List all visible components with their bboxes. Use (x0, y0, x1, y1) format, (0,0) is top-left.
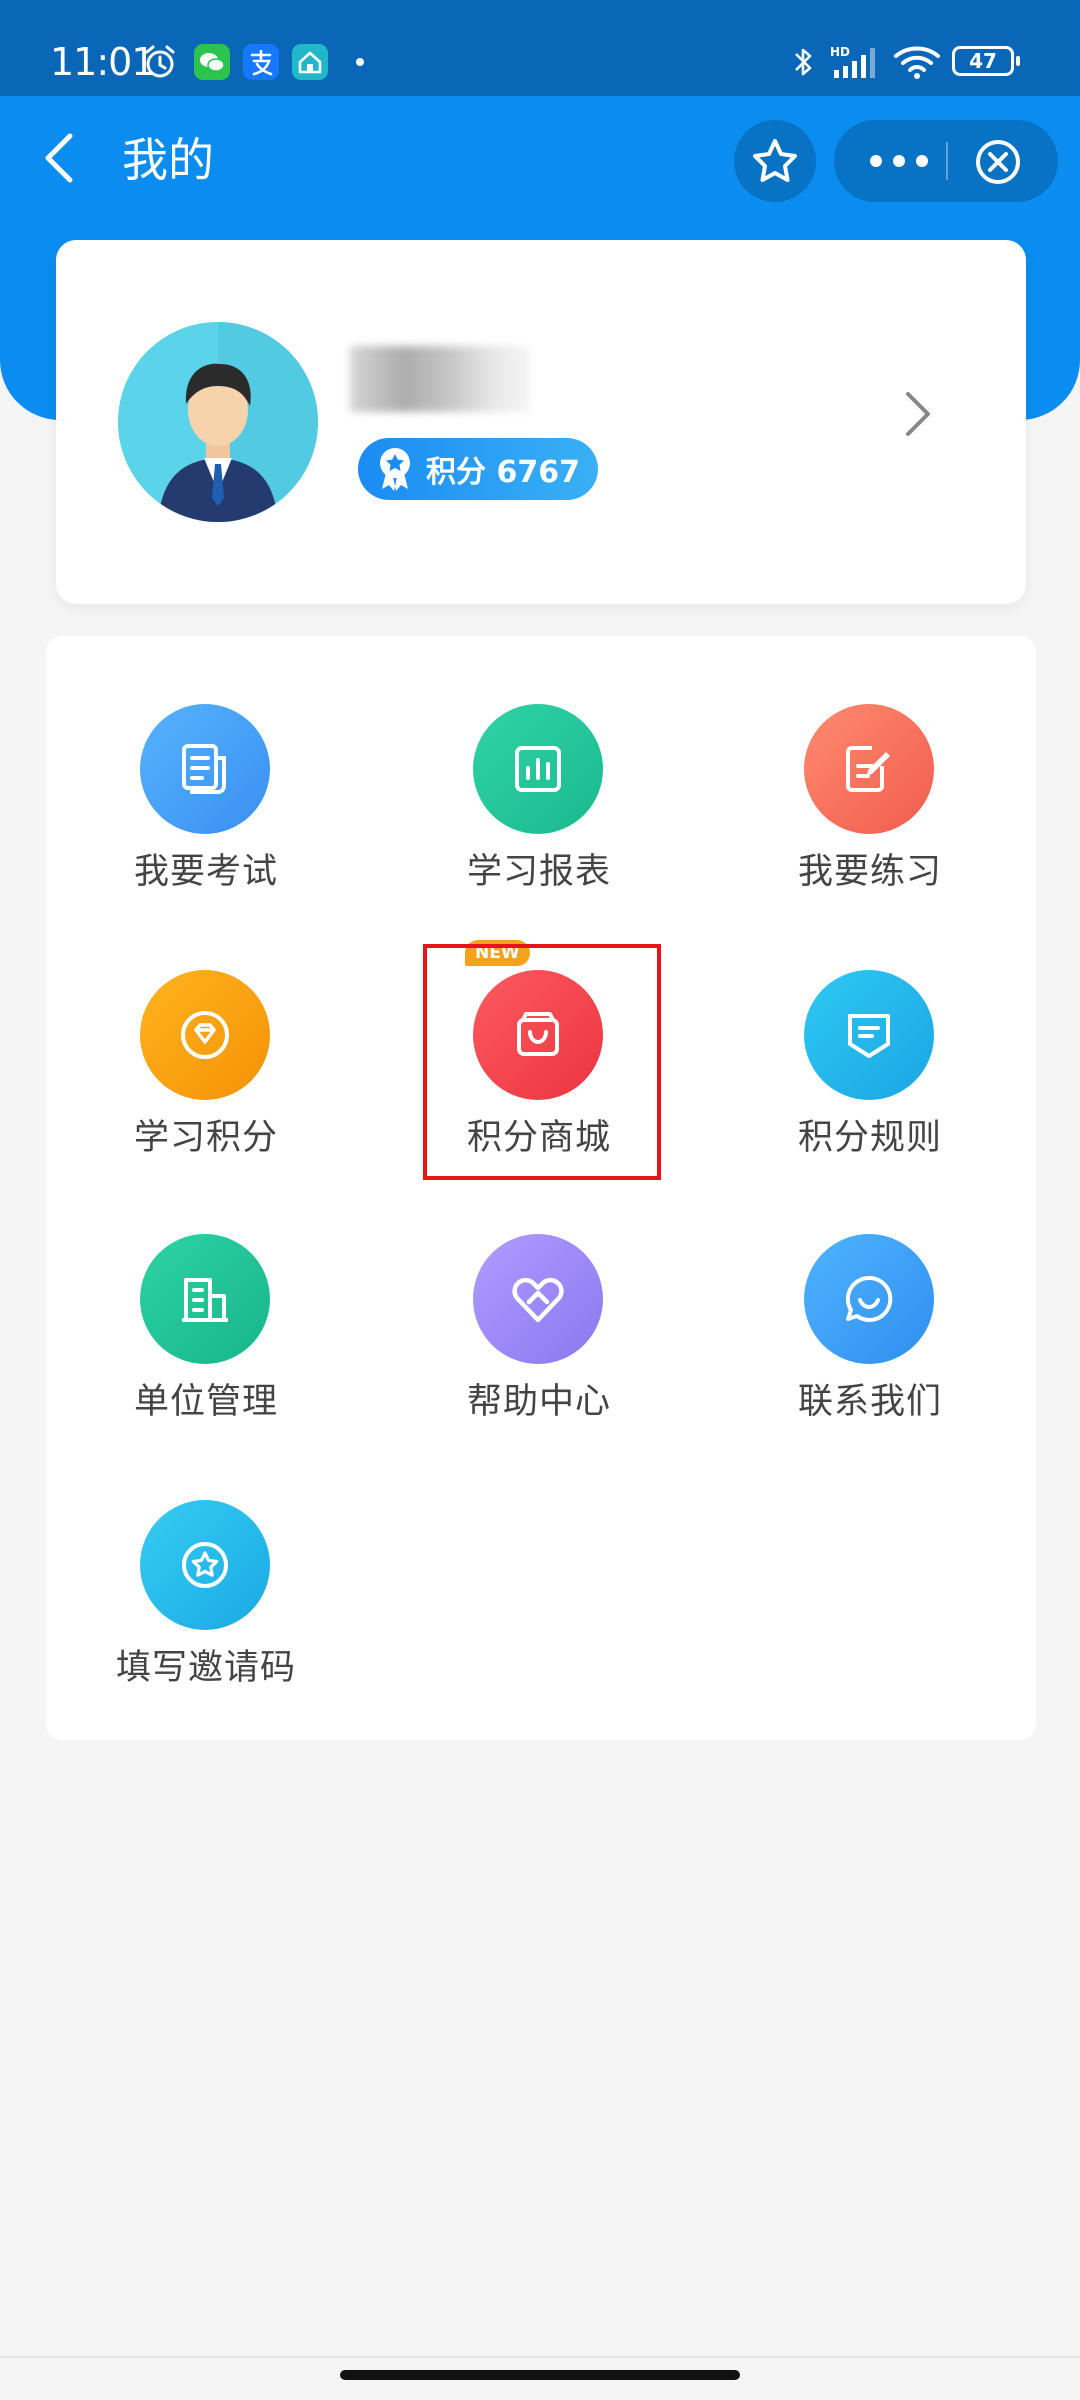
close-circle-icon[interactable] (974, 138, 1022, 186)
more-dots-icon[interactable] (864, 146, 934, 176)
points-value: 积分 6767 (426, 455, 580, 490)
alipay-app-icon (243, 44, 279, 80)
back-arrow-icon[interactable] (40, 128, 80, 188)
menu-item-exam[interactable]: 我要考试 (46, 636, 366, 892)
favorite-button[interactable] (734, 120, 816, 202)
shopping-bag-icon (473, 970, 603, 1100)
menu-label-exam: 我要考试 (133, 852, 278, 892)
star-invite-icon (140, 1500, 270, 1630)
menu-item-report[interactable]: 学习报表 (379, 636, 699, 892)
points-badge[interactable]: 积分 6767 (358, 438, 598, 500)
menu-label-unit-management: 单位管理 (133, 1382, 278, 1422)
report-chart-icon (473, 704, 603, 834)
menu-item-contact-us[interactable]: 联系我们 (710, 1166, 1030, 1422)
points-diamond-icon (140, 970, 270, 1100)
menu-label-report: 学习报表 (466, 852, 611, 892)
notification-dot (356, 58, 364, 66)
miniprogram-capsule (834, 120, 1058, 202)
menu-item-help-center[interactable]: 帮助中心 (379, 1166, 699, 1422)
menu-label-study-points: 学习积分 (133, 1118, 278, 1158)
bottom-divider (0, 2356, 1080, 2358)
status-time: 11:01 (50, 40, 156, 84)
capsule-divider (946, 142, 948, 180)
menu-item-practice[interactable]: 我要练习 (710, 636, 1030, 892)
chevron-right-icon[interactable] (902, 388, 934, 440)
exam-doc-icon (140, 704, 270, 834)
menu-label-contact-us: 联系我们 (797, 1382, 942, 1422)
menu-label-invite-code: 填写邀请码 (115, 1648, 296, 1688)
home-indicator[interactable] (340, 2370, 740, 2380)
alarm-icon (145, 45, 175, 78)
username-redacted (350, 346, 530, 412)
practice-edit-icon (804, 704, 934, 834)
medal-icon (380, 448, 410, 491)
wechat-app-icon (194, 44, 230, 80)
chat-smile-icon (804, 1234, 934, 1364)
menu-grid: 我要考试 学习报表 我要练习 学习积分 NEW 积分商城 积分规则 单位管理 帮… (46, 636, 1036, 1740)
page-title: 我的 (122, 133, 214, 187)
menu-item-invite-code[interactable]: 填写邀请码 (46, 1432, 366, 1688)
star-outline-icon (753, 139, 797, 182)
wifi-icon (894, 46, 940, 79)
cellular-signal-icon: HD (830, 45, 875, 78)
smart-home-app-icon (292, 44, 328, 80)
bluetooth-icon (795, 48, 812, 76)
building-icon (140, 1234, 270, 1364)
user-avatar-icon (118, 322, 318, 522)
rules-badge-icon (804, 970, 934, 1100)
menu-item-points-mall[interactable]: NEW 积分商城 (379, 902, 699, 1158)
avatar[interactable] (118, 322, 318, 522)
new-badge: NEW (465, 940, 530, 966)
profile-card[interactable]: 积分 6767 (56, 240, 1026, 604)
menu-item-points-rules[interactable]: 积分规则 (710, 902, 1030, 1158)
status-bar: 11:01 HD 47 (0, 0, 1080, 96)
menu-label-points-mall: 积分商城 (466, 1118, 611, 1158)
svg-text:HD: HD (830, 45, 850, 59)
menu-item-unit-management[interactable]: 单位管理 (46, 1166, 366, 1422)
menu-item-study-points[interactable]: 学习积分 (46, 902, 366, 1158)
menu-label-points-rules: 积分规则 (797, 1118, 942, 1158)
menu-label-practice: 我要练习 (797, 852, 942, 892)
heart-help-icon (473, 1234, 603, 1364)
menu-label-help-center: 帮助中心 (466, 1382, 611, 1422)
battery-indicator: 47 (952, 46, 1020, 76)
